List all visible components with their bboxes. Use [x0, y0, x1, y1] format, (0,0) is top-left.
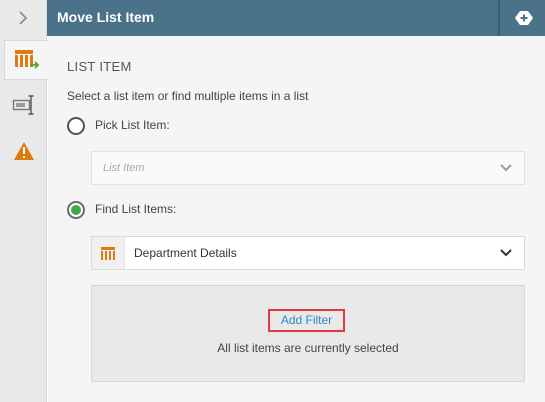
list-arrow-icon	[14, 50, 39, 69]
pick-list-item-radio[interactable]	[67, 117, 85, 135]
list-icon	[101, 246, 115, 260]
list-dropdown[interactable]: Department Details	[91, 236, 525, 270]
filter-area	[91, 285, 525, 382]
list-item-dropdown[interactable]: List Item	[91, 151, 525, 185]
add-filter-link[interactable]: Add Filter	[268, 309, 345, 332]
collapse-panel-button[interactable]	[0, 0, 47, 36]
chevron-down-icon	[500, 164, 512, 172]
panel-title: Move List Item	[57, 9, 155, 25]
section-title: LIST ITEM	[67, 59, 132, 74]
section-description: Select a list item or find multiple item…	[67, 89, 309, 103]
header-bar: Move List Item	[0, 0, 545, 36]
pick-list-item-label[interactable]: Pick List Item:	[95, 118, 170, 132]
text-cursor-icon	[12, 95, 34, 115]
sidebar	[0, 36, 48, 402]
tab-properties[interactable]	[4, 85, 44, 125]
list-dropdown-value: Department Details	[134, 246, 237, 260]
list-item-placeholder: List Item	[103, 162, 145, 174]
add-button[interactable]	[511, 10, 537, 26]
warning-icon	[14, 142, 34, 160]
chevron-right-icon	[19, 11, 28, 25]
tab-list-item[interactable]	[4, 40, 48, 80]
find-list-items-label[interactable]: Find List Items:	[95, 202, 176, 216]
header-divider	[498, 0, 500, 36]
tab-warnings[interactable]	[4, 131, 44, 171]
list-icon-box	[92, 237, 125, 269]
filter-status-text: All list items are currently selected	[217, 341, 399, 355]
find-list-items-radio[interactable]	[67, 201, 85, 219]
chevron-down-icon	[500, 249, 512, 257]
